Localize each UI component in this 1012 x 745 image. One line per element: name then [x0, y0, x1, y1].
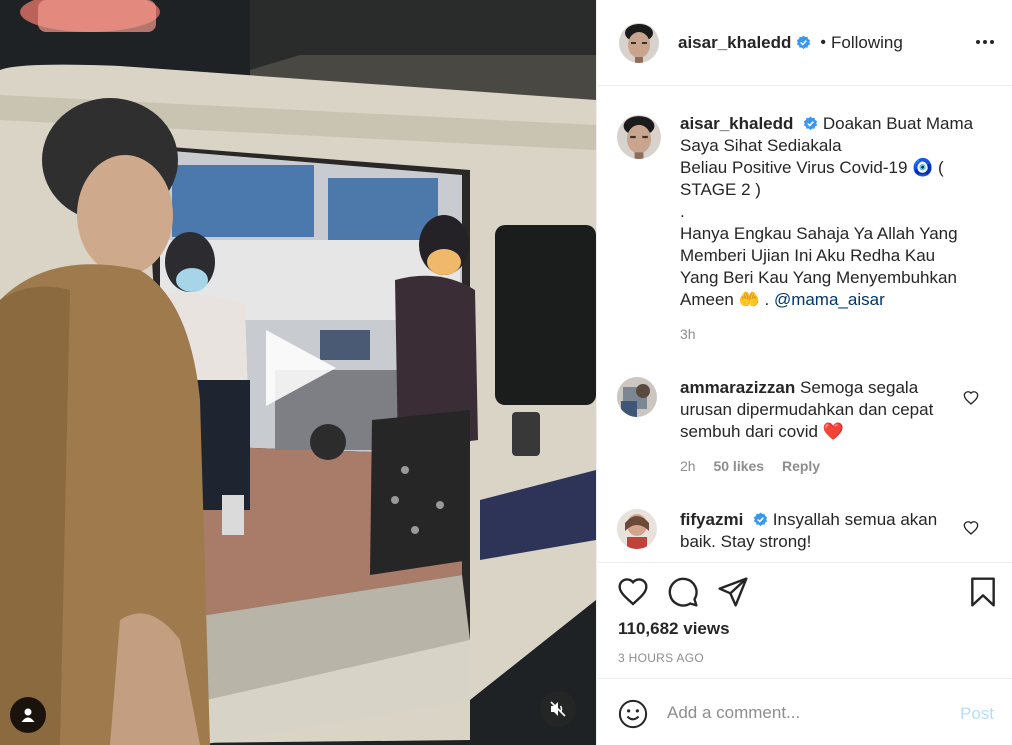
comment-likes[interactable]: 50 likes: [713, 458, 764, 474]
following-button[interactable]: Following: [831, 33, 903, 53]
caption-author-avatar[interactable]: [617, 115, 661, 159]
author-avatar-image: [619, 22, 659, 63]
post-header: aisar_khaledd • Following: [597, 0, 1012, 86]
caption-text: aisar_khaledd Doakan Buat Mama Saya Siha…: [680, 113, 980, 345]
caption-line: Beliau Positive Virus Covid-19 🧿 (: [680, 158, 944, 177]
caption-line: Hanya Engkau Sahaja Ya Allah Yang: [680, 224, 958, 243]
mention-link[interactable]: @mama_aisar: [774, 290, 885, 309]
commenter-username[interactable]: fifyazmi: [680, 510, 743, 529]
play-button[interactable]: [262, 328, 340, 408]
comment-body: ammarazizzan Semoga segala urusan diperm…: [680, 377, 948, 477]
author-username[interactable]: aisar_khaledd: [678, 33, 791, 53]
caption-username[interactable]: aisar_khaledd: [680, 114, 793, 133]
comment-meta: 2h 50 likes Reply: [680, 455, 948, 477]
heart-outline-icon[interactable]: [617, 576, 649, 608]
more-options-icon[interactable]: [975, 34, 995, 50]
paper-plane-icon[interactable]: [717, 576, 749, 608]
caption-line: Doakan Buat Mama: [822, 114, 974, 133]
author-avatar[interactable]: [619, 22, 659, 63]
comment-composer: Post: [597, 678, 1012, 745]
mute-toggle-button[interactable]: [540, 691, 576, 727]
caption-line: Saya Sihat Sediakala: [680, 136, 842, 155]
bookmark-icon[interactable]: [967, 576, 999, 608]
comment-body: fifyazmi Insyallah semua akan baik. Stay…: [680, 509, 948, 553]
caption-line: .: [680, 202, 685, 221]
post-side-panel: aisar_khaledd • Following aisar_khaledd …: [596, 0, 1012, 745]
instagram-post-view: aisar_khaledd • Following aisar_khaledd …: [0, 0, 1012, 745]
verified-badge-icon: [797, 35, 811, 50]
volume-muted-icon: [550, 701, 566, 717]
post-comment-button[interactable]: Post: [960, 704, 994, 724]
caption-timestamp[interactable]: 3h: [680, 323, 980, 345]
reply-button[interactable]: Reply: [782, 458, 820, 474]
comment-like-icon[interactable]: [963, 520, 979, 536]
commenter-avatar-image: [617, 377, 657, 417]
play-icon: [266, 330, 336, 406]
caption-line: Ameen 🤲 .: [680, 290, 770, 309]
user-tag-icon: [21, 708, 35, 722]
commenter-username[interactable]: ammarazizzan: [680, 378, 795, 397]
commenter-avatar[interactable]: [617, 377, 657, 417]
comments-list[interactable]: aisar_khaledd Doakan Buat Mama Saya Siha…: [597, 87, 1012, 561]
tagged-users-button[interactable]: [10, 697, 46, 733]
caption-last-line: Ameen 🤲 . @mama_aisar: [680, 289, 980, 311]
video-player[interactable]: [0, 0, 596, 745]
comment-like-icon[interactable]: [963, 390, 979, 406]
post-timestamp[interactable]: 3 HOURS AGO: [618, 651, 704, 665]
caption-line: STAGE 2 ): [680, 180, 761, 199]
view-count[interactable]: 110,682 views: [618, 619, 730, 639]
verified-badge-icon: [753, 512, 768, 527]
comment-timestamp[interactable]: 2h: [680, 458, 696, 474]
caption-avatar-image: [617, 115, 661, 159]
caption-line: Yang Beri Kau Yang Menyembuhkan: [680, 268, 957, 287]
commenter-avatar-image: [617, 509, 657, 549]
separator-dot: •: [820, 33, 827, 51]
smiley-icon[interactable]: [618, 699, 648, 729]
post-actions: 110,682 views 3 HOURS AGO: [597, 562, 1012, 678]
verified-badge-icon: [804, 116, 818, 131]
comment-bubble-icon[interactable]: [667, 576, 699, 608]
caption-line: Memberi Ujian Ini Aku Redha Kau: [680, 246, 936, 265]
comment-input[interactable]: [667, 697, 937, 729]
commenter-avatar[interactable]: [617, 509, 657, 549]
